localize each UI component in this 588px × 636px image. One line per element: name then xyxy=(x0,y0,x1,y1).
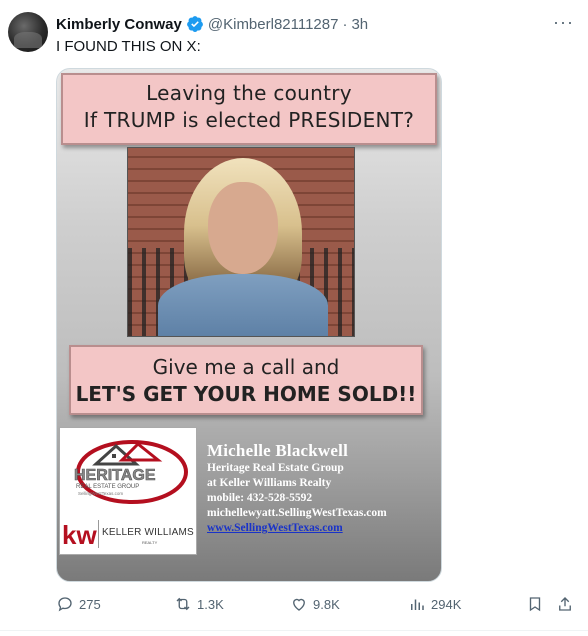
brokerage-logos: HERITAGE REAL ESTATE GROUP SellingWestTe… xyxy=(59,427,197,555)
ad-bottom-banner: Give me a call and LET'S GET YOUR HOME S… xyxy=(69,345,423,415)
photo-jacket xyxy=(158,274,328,336)
ad-bottom-line1: Give me a call and xyxy=(152,355,340,379)
reply-button[interactable]: 275 xyxy=(56,594,101,614)
repost-icon xyxy=(176,597,190,611)
post-actions: 275 1.3K 9.8K 294K xyxy=(56,594,576,614)
separator-dot: · xyxy=(342,15,348,33)
ad-bottom-line2: LET'S GET YOUR HOME SOLD!! xyxy=(75,382,417,406)
agent-email: michellewyatt.SellingWestTexas.com xyxy=(207,507,387,519)
repost-count: 1.3K xyxy=(197,596,224,612)
post-time[interactable]: 3h xyxy=(351,16,368,33)
kw-divider xyxy=(98,520,99,548)
bookmark-button[interactable] xyxy=(526,594,549,614)
post[interactable]: Kimberly Conway @Kimberl82111287 · 3h ··… xyxy=(0,0,588,636)
photo-face xyxy=(208,182,278,274)
bookmark-icon xyxy=(529,597,541,612)
views-button[interactable]: 294K xyxy=(408,594,461,614)
heritage-logo-url: SellingWestTexas.com xyxy=(78,491,123,496)
ad-top-line1: Leaving the country xyxy=(146,81,352,105)
like-count: 9.8K xyxy=(313,596,340,612)
heritage-logo-sub: REAL ESTATE GROUP xyxy=(76,484,139,490)
agent-phone: mobile: 432-528-5592 xyxy=(207,492,313,504)
agent-brokerage: at Keller Williams Realty xyxy=(207,477,332,489)
reply-count: 275 xyxy=(79,596,101,612)
author-name[interactable]: Kimberly Conway xyxy=(56,16,182,33)
views-count: 294K xyxy=(431,596,462,612)
agent-contact: Michelle Blackwell Heritage Real Estate … xyxy=(207,441,387,536)
avatar[interactable] xyxy=(8,12,48,52)
heritage-logo-text: HERITAGE xyxy=(74,467,156,484)
more-options-icon[interactable]: ··· xyxy=(553,13,574,31)
share-button[interactable] xyxy=(556,594,579,614)
kw-sub: REALTY xyxy=(142,540,158,545)
repost-button[interactable]: 1.3K xyxy=(174,594,224,614)
agent-website: www.SellingWestTexas.com xyxy=(207,522,343,534)
share-icon xyxy=(559,597,571,611)
post-image[interactable]: Leaving the country If TRUMP is elected … xyxy=(56,68,442,582)
heart-icon xyxy=(293,598,305,611)
verified-badge-icon xyxy=(187,16,203,32)
kw-name: KELLER WILLIAMS xyxy=(102,527,194,538)
post-header: Kimberly Conway @Kimberl82111287 · 3h xyxy=(56,14,368,34)
ad-top-banner: Leaving the country If TRUMP is elected … xyxy=(61,73,437,145)
kw-logo-mark: kw xyxy=(62,520,97,550)
agent-photo xyxy=(127,147,355,337)
agent-name: Michelle Blackwell xyxy=(207,441,348,460)
views-icon xyxy=(411,599,424,610)
heritage-logo-icon: HERITAGE REAL ESTATE GROUP SellingWestTe… xyxy=(74,440,188,504)
like-button[interactable]: 9.8K xyxy=(290,594,340,614)
agent-company: Heritage Real Estate Group xyxy=(207,462,344,474)
author-handle[interactable]: @Kimberl82111287 xyxy=(208,16,339,33)
reply-icon xyxy=(58,597,72,612)
ad-top-line2: If TRUMP is elected PRESIDENT? xyxy=(83,108,415,132)
post-divider xyxy=(0,630,588,631)
post-text: I FOUND THIS ON X: xyxy=(56,38,201,55)
